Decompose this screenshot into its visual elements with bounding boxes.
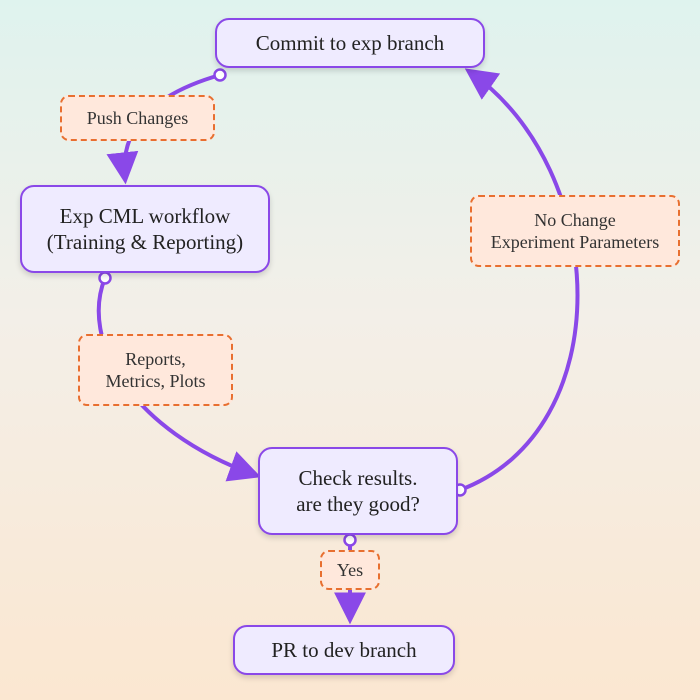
arrow-check-to-commit <box>460 72 578 490</box>
node-commit: Commit to exp branch <box>215 18 485 68</box>
label-push-changes-text: Push Changes <box>87 107 189 130</box>
node-commit-text: Commit to exp branch <box>256 30 444 56</box>
label-nochange: No ChangeExperiment Parameters <box>470 195 680 267</box>
node-pr-text: PR to dev branch <box>271 637 416 663</box>
label-yes-text: Yes <box>337 559 363 582</box>
label-nochange-text: No ChangeExperiment Parameters <box>491 209 659 254</box>
node-check-text: Check results.are they good? <box>296 465 420 518</box>
node-cml: Exp CML workflow(Training & Reporting) <box>20 185 270 273</box>
label-reports-text: Reports,Metrics, Plots <box>105 348 205 393</box>
label-yes: Yes <box>320 550 380 590</box>
label-reports: Reports,Metrics, Plots <box>78 334 233 406</box>
node-check: Check results.are they good? <box>258 447 458 535</box>
node-cml-text: Exp CML workflow(Training & Reporting) <box>47 203 243 256</box>
flowchart-canvas: Commit to exp branch Exp CML workflow(Tr… <box>0 0 700 700</box>
node-pr: PR to dev branch <box>233 625 455 675</box>
label-push-changes: Push Changes <box>60 95 215 141</box>
